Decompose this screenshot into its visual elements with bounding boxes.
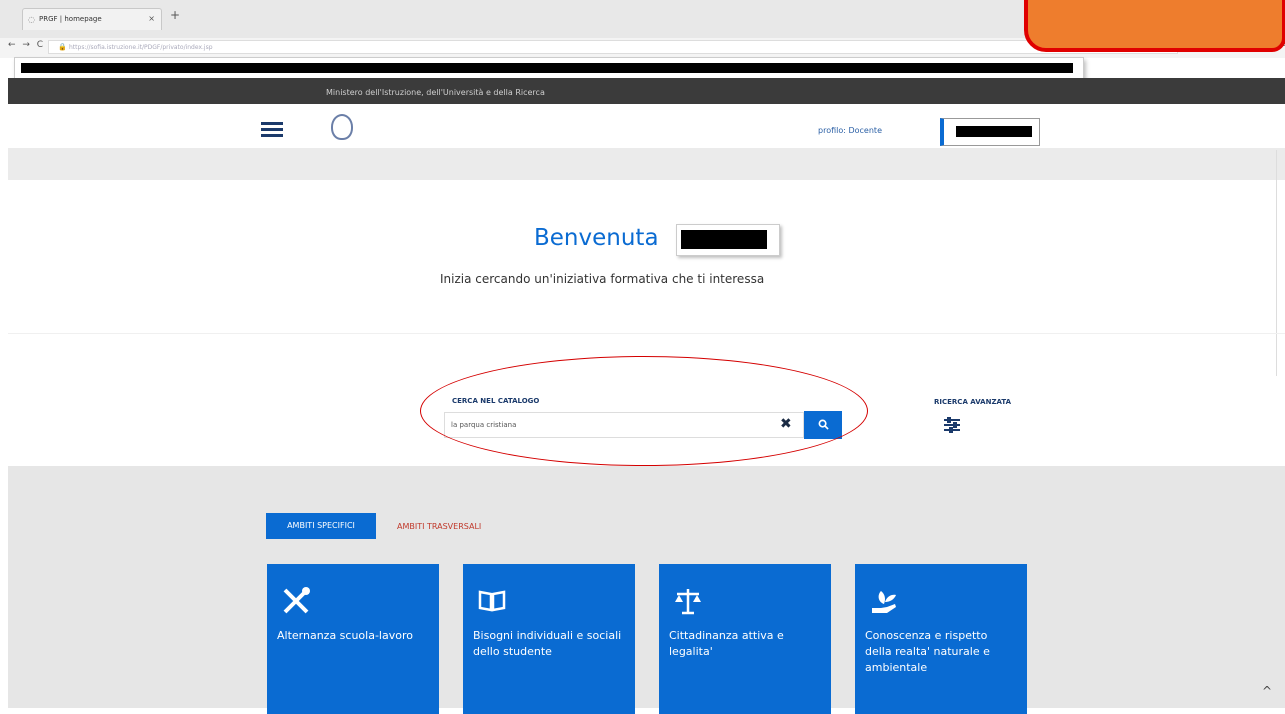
card-title: Alternanza scuola-lavoro <box>277 629 413 642</box>
redaction-block <box>681 230 767 249</box>
redacted-username <box>956 126 1032 137</box>
search-label: CERCA NEL CATALOGO <box>452 397 540 405</box>
lock-icon: 🔒 <box>58 43 67 51</box>
scroll-up-icon[interactable]: ^ <box>1262 684 1272 698</box>
divider <box>8 333 1285 334</box>
republic-emblem-icon[interactable] <box>331 114 353 140</box>
redaction-block <box>21 63 1073 73</box>
browser-tab-title: PRGF | homepage <box>39 15 102 23</box>
card-title: Cittadinanza attiva e legalita' <box>669 629 784 658</box>
card-conoscenza[interactable]: Conoscenza e rispetto della realta' natu… <box>855 564 1027 714</box>
new-tab-button[interactable]: + <box>166 8 184 24</box>
profile-label[interactable]: profilo: Docente <box>818 126 882 135</box>
scales-icon <box>675 589 701 615</box>
redacted-name <box>676 224 780 256</box>
menu-icon[interactable] <box>261 122 283 137</box>
card-title: Conoscenza e rispetto della realta' natu… <box>865 629 990 674</box>
card-bisogni[interactable]: Bisogni individuali e sociali dello stud… <box>463 564 635 714</box>
ministry-bar <box>8 78 1285 104</box>
scrollbar[interactable] <box>1276 150 1285 376</box>
ministry-name: Ministero dell'Istruzione, dell'Universi… <box>326 88 545 97</box>
sliders-icon[interactable] <box>944 416 964 434</box>
tab-ambiti-trasversali[interactable]: AMBITI TRASVERSALI <box>397 522 481 531</box>
annotation-overlay <box>1024 0 1285 52</box>
card-alternanza[interactable]: Alternanza scuola-lavoro <box>267 564 439 714</box>
globe-icon: ◌ <box>28 15 35 24</box>
welcome-title: Benvenuta <box>534 225 659 251</box>
site-header <box>8 104 1285 148</box>
clear-icon[interactable]: ✖ <box>780 416 792 432</box>
search-icon <box>818 419 829 430</box>
user-menu[interactable] <box>940 118 1040 146</box>
close-tab-icon[interactable]: × <box>148 14 155 23</box>
browser-nav-buttons[interactable]: ← → C <box>8 40 45 50</box>
book-icon <box>478 590 506 612</box>
card-title: Bisogni individuali e sociali dello stud… <box>473 629 622 658</box>
browser-tab[interactable]: ◌ PRGF | homepage × <box>22 8 162 30</box>
header-strip <box>8 148 1285 180</box>
card-cittadinanza[interactable]: Cittadinanza attiva e legalita' <box>659 564 831 714</box>
advanced-search-label[interactable]: RICERCA AVANZATA <box>934 398 1011 406</box>
tools-icon <box>283 587 310 614</box>
address-bar[interactable]: https://sofia.istruzione.it/PDGF/privato… <box>48 40 1178 54</box>
annotation-ellipse <box>420 356 868 466</box>
tab-ambiti-specifici[interactable]: AMBITI SPECIFICI <box>266 513 376 539</box>
plant-hand-icon <box>872 591 896 613</box>
search-button[interactable] <box>804 411 842 439</box>
ambiti-section <box>8 466 1285 708</box>
welcome-subtitle: Inizia cercando un'iniziativa formativa … <box>440 272 765 286</box>
search-input[interactable] <box>444 412 804 438</box>
